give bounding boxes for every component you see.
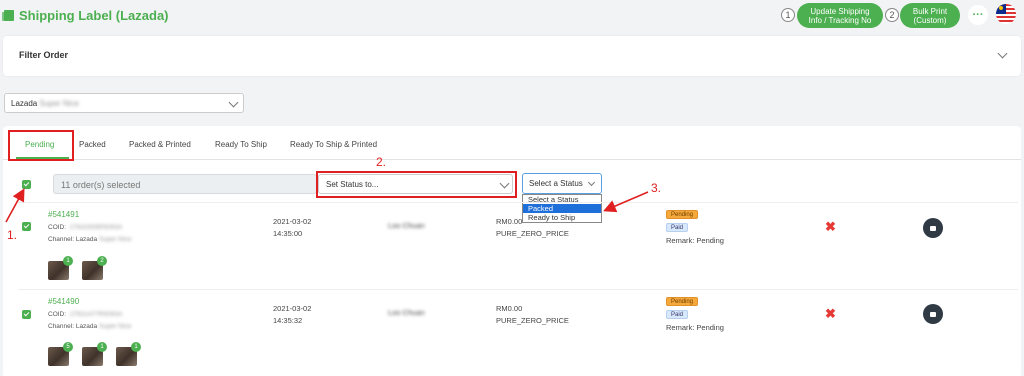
annotation-arrows	[5, 188, 649, 223]
